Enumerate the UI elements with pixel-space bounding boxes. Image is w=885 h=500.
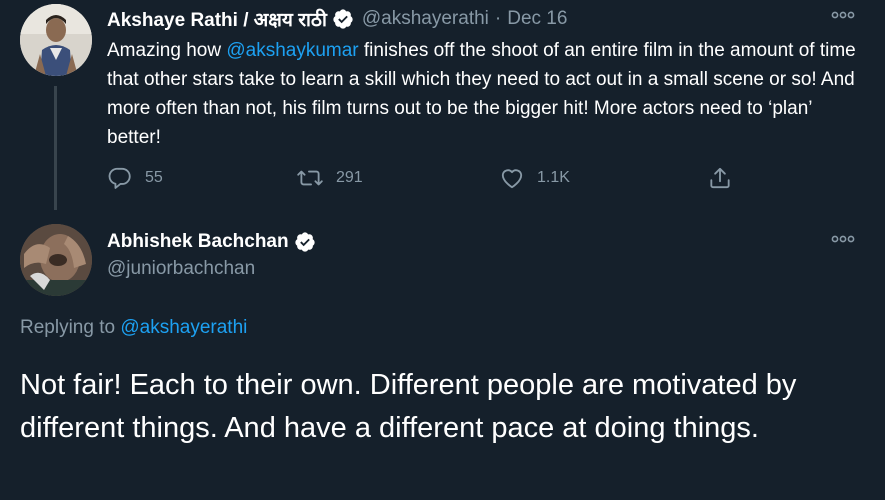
- retweet-count: 291: [336, 169, 363, 186]
- parent-tweet[interactable]: Akshaye Rathi / अक्षय राठी @akshayerathi…: [0, 0, 885, 210]
- like-button[interactable]: 1.1K: [499, 163, 570, 193]
- tweet-actions: 55 291 1.1K: [107, 163, 747, 193]
- tweet-timestamp[interactable]: Dec 16: [507, 8, 567, 30]
- author-name[interactable]: Akshaye Rathi / अक्षय राठी: [107, 6, 327, 32]
- author-handle[interactable]: @akshayerathi: [362, 8, 489, 30]
- mention-link[interactable]: @akshaykumar: [226, 40, 358, 61]
- tweet-header: Abhishek Bachchan: [107, 228, 316, 256]
- more-options-icon[interactable]: [830, 232, 856, 246]
- tweet-text-part: Amazing how: [107, 40, 227, 61]
- reply-count: 55: [145, 169, 163, 186]
- mention-link[interactable]: @akshayerathi: [120, 317, 247, 338]
- tweet-text: Not fair! Each to their own. Different p…: [20, 369, 797, 444]
- tweet-thread: Akshaye Rathi / अक्षय राठी @akshayerathi…: [0, 0, 885, 500]
- share-icon: [707, 165, 733, 191]
- reply-button[interactable]: 55: [107, 163, 163, 193]
- separator-dot: ·: [494, 8, 502, 29]
- thread-connector-line: [54, 86, 57, 210]
- verified-badge-icon: [332, 8, 354, 30]
- heart-icon: [499, 165, 525, 191]
- avatar[interactable]: [20, 224, 92, 296]
- tweet-text: Amazing how @akshaykumar finishes off th…: [107, 36, 867, 152]
- retweet-button[interactable]: 291: [296, 163, 363, 193]
- reply-icon: [107, 165, 133, 191]
- more-options-icon[interactable]: [830, 8, 856, 22]
- retweet-icon: [296, 165, 324, 191]
- author-name[interactable]: Abhishek Bachchan: [107, 231, 289, 253]
- tweet-header: Akshaye Rathi / अक्षय राठी @akshayerathi…: [107, 6, 567, 32]
- verified-badge-icon: [294, 231, 316, 253]
- replying-to-label: Replying to: [20, 317, 121, 338]
- like-count: 1.1K: [537, 169, 570, 186]
- author-handle[interactable]: @juniorbachchan: [107, 258, 255, 280]
- replying-to: Replying to @akshayerathi: [20, 317, 247, 339]
- avatar[interactable]: [20, 4, 92, 76]
- share-button[interactable]: [707, 163, 733, 193]
